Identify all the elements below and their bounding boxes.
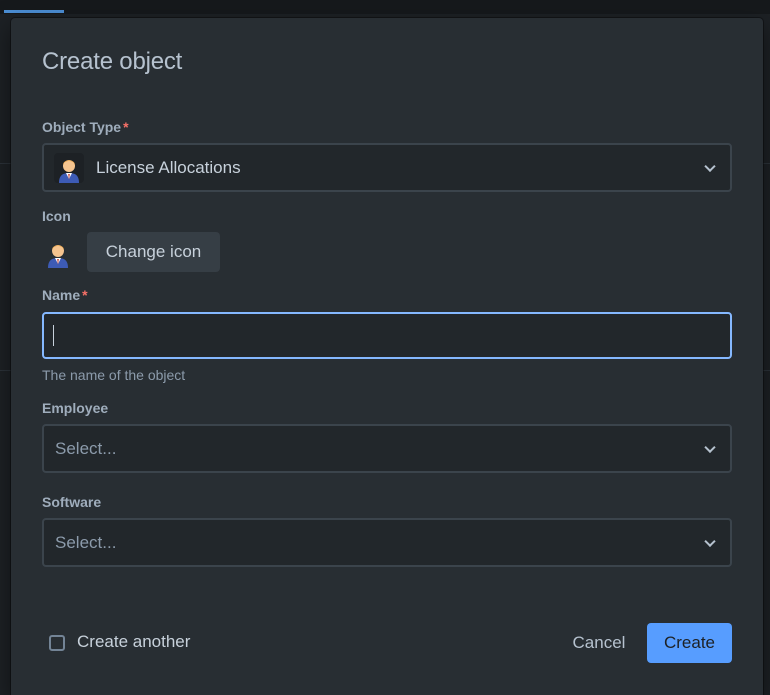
name-helper-text: The name of the object xyxy=(42,367,186,383)
employee-label: Employee xyxy=(42,400,109,416)
employee-select[interactable]: Select... xyxy=(42,424,732,473)
employee-placeholder: Select... xyxy=(55,438,117,458)
object-type-label-text: Object Type xyxy=(42,119,122,135)
name-label-text: Name xyxy=(42,287,81,303)
change-icon-button[interactable]: Change icon xyxy=(87,232,220,272)
businessman-avatar-icon xyxy=(45,240,75,270)
object-type-value: License Allocations xyxy=(96,157,241,177)
name-input[interactable] xyxy=(42,312,732,359)
required-mark: * xyxy=(82,287,88,303)
background-tab-indicator xyxy=(4,10,64,13)
create-another-label[interactable]: Create another xyxy=(77,632,190,652)
software-label: Software xyxy=(42,494,102,510)
create-button[interactable]: Create xyxy=(647,623,732,663)
dialog-title: Create object xyxy=(42,48,183,75)
create-object-dialog: Create object Object Type * License Alloc… xyxy=(11,18,763,695)
cancel-button[interactable]: Cancel xyxy=(562,623,636,663)
object-type-label: Object Type * xyxy=(42,119,129,135)
text-caret xyxy=(53,325,54,346)
chevron-down-icon xyxy=(704,160,716,172)
required-mark: * xyxy=(123,119,129,135)
chevron-down-icon xyxy=(704,535,716,547)
businessman-avatar-icon xyxy=(54,152,84,183)
object-type-select[interactable]: License Allocations xyxy=(42,143,732,192)
background-top-bar xyxy=(0,0,770,14)
name-label: Name * xyxy=(42,287,88,303)
chevron-down-icon xyxy=(704,441,716,453)
icon-label: Icon xyxy=(42,208,71,224)
software-placeholder: Select... xyxy=(55,532,117,552)
software-select[interactable]: Select... xyxy=(42,518,732,567)
create-another-checkbox[interactable] xyxy=(49,635,65,651)
